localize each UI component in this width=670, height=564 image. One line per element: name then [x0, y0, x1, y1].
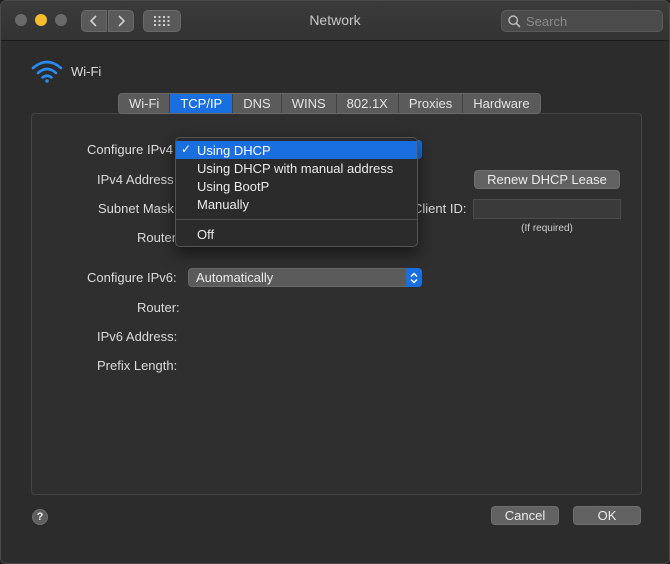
interface-name: Wi-Fi — [71, 64, 102, 79]
ipv6-address-label: IPv6 Address: — [97, 329, 178, 344]
tab-wins[interactable]: WINS — [282, 94, 337, 113]
popup-arrows-icon — [406, 268, 422, 287]
prefix-length-label: Prefix Length: — [97, 358, 178, 373]
tab-dns[interactable]: DNS — [233, 94, 282, 113]
menu-item-using-dhcp[interactable]: ✓ Using DHCP — [176, 141, 417, 159]
tab-wifi[interactable]: Wi-Fi — [119, 94, 171, 113]
configure-ipv6-popup[interactable]: Automatically — [188, 268, 422, 287]
configure-ipv4-menu: ✓ Using DHCP Using DHCP with manual addr… — [175, 137, 418, 247]
help-button[interactable]: ? — [32, 509, 48, 525]
network-window: Network Wi-Fi Wi-Fi TCP/IP DNS WINS 802.… — [0, 0, 670, 564]
menu-item-dhcp-manual[interactable]: Using DHCP with manual address — [176, 159, 417, 177]
search-icon — [508, 14, 521, 28]
tab-proxies[interactable]: Proxies — [399, 94, 464, 113]
tab-bar: Wi-Fi TCP/IP DNS WINS 802.1X Proxies Har… — [118, 93, 541, 114]
tab-8021x[interactable]: 802.1X — [337, 94, 399, 113]
menu-item-off[interactable]: Off — [176, 225, 417, 243]
client-id-hint: (If required) — [521, 223, 573, 234]
wifi-icon — [31, 60, 63, 83]
renew-dhcp-lease-button[interactable]: Renew DHCP Lease — [474, 170, 620, 189]
ipv6-router-label: Router: — [137, 300, 180, 315]
router-label: Router — [137, 230, 177, 245]
cancel-button[interactable]: Cancel — [491, 506, 559, 525]
configure-ipv6-value: Automatically — [196, 270, 274, 285]
ipv4-address-label: IPv4 Address — [97, 172, 174, 187]
menu-separator — [176, 219, 417, 220]
menu-item-bootp[interactable]: Using BootP — [176, 177, 417, 195]
search-input[interactable] — [526, 13, 656, 29]
search-box[interactable] — [501, 10, 663, 32]
tab-tcpip[interactable]: TCP/IP — [170, 94, 234, 113]
menu-item-manually[interactable]: Manually — [176, 195, 417, 213]
ok-button[interactable]: OK — [573, 506, 641, 525]
dhcp-client-id-field[interactable] — [473, 199, 621, 219]
configure-ipv6-label: Configure IPv6: — [87, 270, 177, 285]
configure-ipv4-label: Configure IPv4 — [87, 142, 173, 157]
checkmark-icon: ✓ — [181, 142, 192, 156]
subnet-mask-label: Subnet Mask — [98, 201, 174, 216]
title-bar: Network — [1, 1, 669, 41]
tab-hardware[interactable]: Hardware — [463, 94, 539, 113]
dhcp-client-id-label: Client ID: — [413, 201, 467, 216]
